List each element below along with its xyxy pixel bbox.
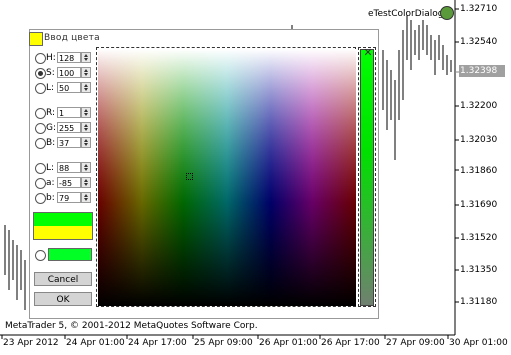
input-lab-l[interactable]: 88 bbox=[57, 162, 81, 173]
date-label: 26 Apr 01:00 bbox=[259, 338, 318, 348]
old-color-swatch bbox=[33, 226, 93, 240]
dialog-color-icon bbox=[29, 32, 43, 46]
spinner-b[interactable] bbox=[81, 137, 91, 148]
window-title: eTestColorDialog bbox=[368, 9, 444, 19]
price-label: 1.31860 bbox=[460, 166, 498, 176]
date-label: 25 Apr 09:00 bbox=[194, 338, 253, 348]
spinner-s[interactable] bbox=[81, 67, 91, 78]
label-l: L: bbox=[46, 83, 55, 93]
price-label: 1.31350 bbox=[460, 265, 498, 275]
color-spectrum[interactable] bbox=[98, 49, 356, 306]
close-icon[interactable]: ✕ bbox=[362, 47, 374, 59]
label-g: G: bbox=[46, 123, 57, 133]
radio-g[interactable] bbox=[35, 123, 46, 134]
spinner-g[interactable] bbox=[81, 122, 91, 133]
spinner-lab-b[interactable] bbox=[81, 192, 91, 203]
radio-h[interactable] bbox=[35, 53, 46, 64]
radio-selected-color[interactable] bbox=[35, 250, 46, 261]
spinner-l[interactable] bbox=[81, 82, 91, 93]
date-label: 24 Apr 17:00 bbox=[128, 338, 187, 348]
date-label: 30 Apr 01:00 bbox=[449, 338, 508, 348]
label-lab-a: a: bbox=[46, 178, 55, 188]
price-label: 1.31180 bbox=[460, 297, 498, 307]
radio-lab-l[interactable] bbox=[35, 163, 46, 174]
date-label: 24 Apr 01:00 bbox=[66, 338, 125, 348]
dialog-title: Ввод цвета bbox=[44, 33, 100, 43]
expert-smiley-icon bbox=[440, 6, 454, 20]
date-label: 23 Apr 2012 bbox=[3, 338, 59, 348]
new-color-swatch bbox=[33, 212, 93, 226]
radio-b[interactable] bbox=[35, 138, 46, 149]
input-lab-b[interactable]: 79 bbox=[57, 192, 81, 203]
selected-color-swatch[interactable] bbox=[48, 248, 92, 261]
input-s[interactable]: 100 bbox=[57, 67, 81, 78]
price-label: 1.32710 bbox=[460, 4, 498, 14]
ok-button[interactable]: OK bbox=[34, 292, 92, 306]
current-price-label: 1.32398 bbox=[460, 66, 498, 76]
label-r: R: bbox=[46, 108, 56, 118]
cancel-button[interactable]: Cancel bbox=[34, 272, 92, 286]
spinner-r[interactable] bbox=[81, 107, 91, 118]
radio-lab-a[interactable] bbox=[35, 178, 46, 189]
radio-l[interactable] bbox=[35, 83, 46, 94]
label-lab-b: b: bbox=[46, 193, 55, 203]
input-g[interactable]: 255 bbox=[57, 122, 81, 133]
radio-lab-b[interactable] bbox=[35, 193, 46, 204]
price-label: 1.32540 bbox=[460, 37, 498, 47]
input-h[interactable]: 128 bbox=[57, 52, 81, 63]
label-s: S: bbox=[46, 68, 55, 78]
label-h: H: bbox=[46, 53, 56, 63]
spinner-lab-l[interactable] bbox=[81, 162, 91, 173]
radio-r[interactable] bbox=[35, 108, 46, 119]
input-l[interactable]: 50 bbox=[57, 82, 81, 93]
radio-s[interactable] bbox=[35, 68, 46, 79]
input-lab-a[interactable]: -85 bbox=[57, 177, 81, 188]
price-label: 1.32030 bbox=[460, 135, 498, 145]
date-label: 26 Apr 17:00 bbox=[321, 338, 380, 348]
price-label: 1.31690 bbox=[460, 200, 498, 210]
lightness-slider[interactable] bbox=[360, 49, 374, 306]
input-b[interactable]: 37 bbox=[57, 137, 81, 148]
spinner-lab-a[interactable] bbox=[81, 177, 91, 188]
label-b: B: bbox=[46, 138, 56, 148]
price-label: 1.32200 bbox=[460, 101, 498, 111]
date-label: 27 Apr 09:00 bbox=[386, 338, 445, 348]
copyright-footer: MetaTrader 5, © 2001-2012 MetaQuotes Sof… bbox=[5, 321, 258, 331]
price-label: 1.31520 bbox=[460, 233, 498, 243]
input-r[interactable]: 1 bbox=[57, 107, 81, 118]
spinner-h[interactable] bbox=[81, 52, 91, 63]
crosshair-icon bbox=[186, 173, 193, 180]
label-lab-l: L: bbox=[46, 163, 55, 173]
